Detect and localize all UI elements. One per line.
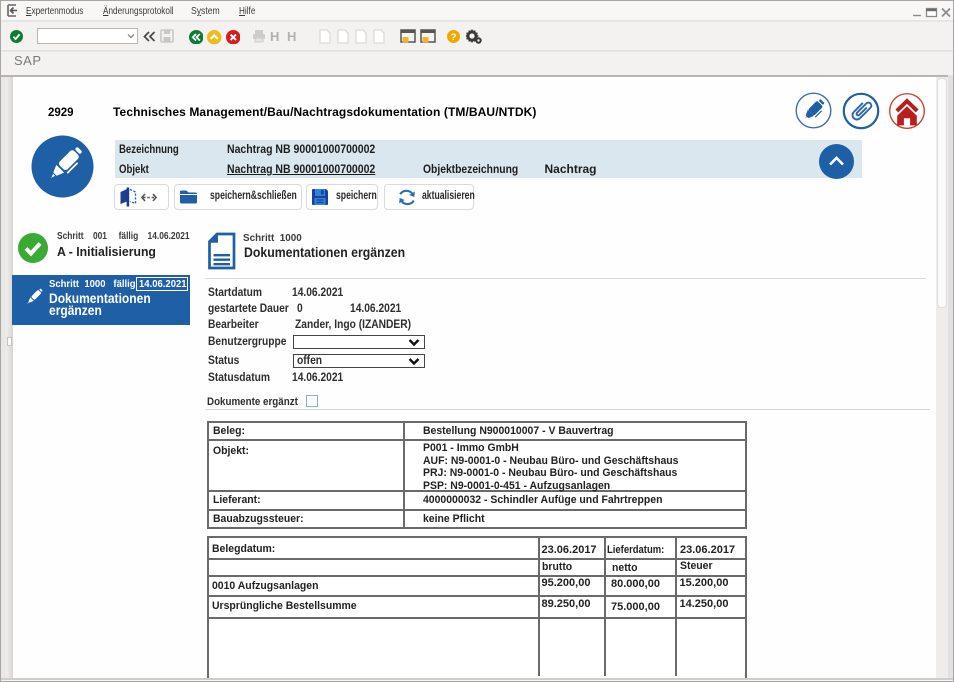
- svg-text:?: ?: [451, 32, 457, 43]
